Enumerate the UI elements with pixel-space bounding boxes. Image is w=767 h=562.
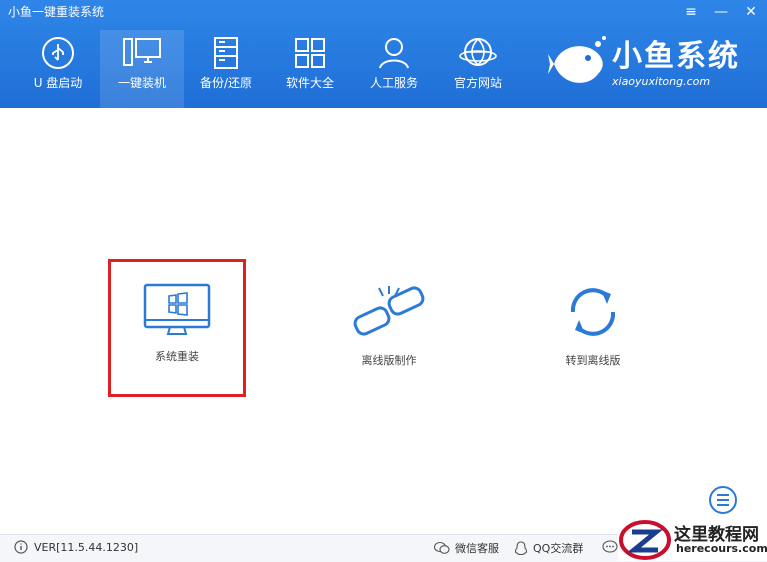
wechat-icon bbox=[434, 541, 450, 554]
qq-penguin-icon bbox=[514, 540, 528, 555]
nav-item-backup-restore[interactable]: 备份/还原 bbox=[184, 30, 268, 108]
qq-label: QQ交流群 bbox=[533, 542, 584, 555]
window-title: 小鱼一键重装系统 bbox=[8, 5, 105, 19]
nav-label: 备份/还原 bbox=[199, 76, 253, 90]
window-controls: ≡ — ✕ bbox=[681, 2, 761, 22]
watermark-logo-icon bbox=[619, 520, 671, 560]
tile-offline-builder[interactable]: 离线版制作 bbox=[321, 262, 457, 398]
nav-label: U 盘启动 bbox=[33, 76, 83, 90]
info-icon bbox=[14, 540, 28, 554]
nav-item-website[interactable]: 官方网站 bbox=[436, 30, 520, 108]
wechat-label: 微信客服 bbox=[455, 542, 499, 555]
nav-label: 官方网站 bbox=[453, 76, 502, 90]
version-text: VER[11.5.44.1230] bbox=[34, 540, 139, 554]
minimize-button[interactable]: — bbox=[711, 2, 731, 22]
qq-group-link[interactable]: QQ交流群 bbox=[514, 540, 583, 556]
title-bar-header: 小鱼一键重装系统 ≡ — ✕ U 盘启动 一键装机 备份/还原 软件大全 人工服… bbox=[0, 0, 767, 108]
tile-system-reinstall[interactable]: 系统重装 bbox=[108, 259, 246, 397]
version-info: VER[11.5.44.1230] bbox=[14, 540, 138, 554]
list-icon bbox=[709, 486, 737, 514]
globe-icon bbox=[459, 38, 497, 66]
refresh-icon bbox=[570, 288, 616, 336]
nav-item-support[interactable]: 人工服务 bbox=[352, 30, 436, 108]
tile-label: 系统重装 bbox=[155, 350, 199, 363]
backup-icon bbox=[214, 37, 238, 69]
menu-button[interactable]: ≡ bbox=[681, 2, 701, 22]
usb-icon bbox=[42, 37, 74, 69]
apps-grid-icon bbox=[295, 38, 325, 68]
close-button[interactable]: ✕ bbox=[741, 2, 761, 22]
main-content: 系统重装 离线版制作 转到离线版 bbox=[0, 108, 767, 534]
watermark-site: herecours.com bbox=[676, 542, 767, 555]
feedback-link[interactable] bbox=[602, 540, 618, 554]
wechat-support-link[interactable]: 微信客服 bbox=[434, 540, 499, 556]
fish-logo-icon bbox=[548, 36, 606, 83]
watermark: 这里教程网 herecours.com bbox=[618, 518, 767, 561]
tile-label: 离线版制作 bbox=[361, 354, 417, 367]
list-menu-button[interactable] bbox=[708, 485, 738, 515]
nav-item-one-click-install[interactable]: 一键装机 bbox=[100, 30, 184, 108]
brand-url: xiaoyuxitong.com bbox=[612, 75, 711, 88]
nav-label: 人工服务 bbox=[369, 76, 418, 90]
nav-item-software[interactable]: 软件大全 bbox=[268, 30, 352, 108]
chat-bubble-icon bbox=[602, 540, 618, 553]
broken-link-icon bbox=[353, 286, 425, 336]
nav-label: 软件大全 bbox=[285, 76, 334, 90]
nav-item-usb-boot[interactable]: U 盘启动 bbox=[16, 30, 100, 108]
computer-icon bbox=[123, 38, 161, 66]
tile-label: 转到离线版 bbox=[565, 354, 621, 367]
brand-logo: 小鱼系统 xiaoyuxitong.com bbox=[548, 36, 758, 94]
nav-label: 一键装机 bbox=[117, 76, 166, 90]
main-nav: U 盘启动 一键装机 备份/还原 软件大全 人工服务 官方网站 bbox=[16, 30, 520, 108]
tile-switch-offline[interactable]: 转到离线版 bbox=[525, 262, 661, 398]
person-icon bbox=[379, 38, 409, 69]
windows-monitor-icon bbox=[143, 283, 211, 335]
brand-name: 小鱼系统 bbox=[612, 39, 740, 74]
